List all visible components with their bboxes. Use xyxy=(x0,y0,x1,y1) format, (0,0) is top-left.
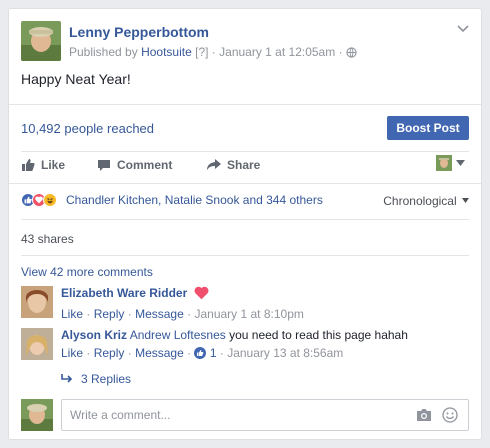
sep: · xyxy=(127,307,132,321)
view-more-comments-link[interactable]: View 42 more comments xyxy=(21,265,153,279)
reactions-text: Chandler Kitchen, Natalie Snook and 344 … xyxy=(66,193,323,207)
comment-button[interactable]: Comment xyxy=(97,158,172,172)
divider xyxy=(9,104,481,105)
thumbs-up-icon xyxy=(22,159,35,171)
comment-composer xyxy=(61,399,469,431)
post-header: Lenny Pepperbottom Published by Hootsuit… xyxy=(21,21,469,65)
meta-separator: · xyxy=(211,45,216,59)
comment-text: you need to read this page hahah xyxy=(229,328,408,342)
comment-sort-dropdown[interactable]: Chronological xyxy=(383,194,469,208)
comment-like-count[interactable]: 1 xyxy=(194,346,219,360)
share-icon xyxy=(207,159,221,170)
help-marker[interactable]: [?] xyxy=(195,45,208,59)
commenter-avatar[interactable] xyxy=(21,328,53,360)
reactions-summary[interactable]: Chandler Kitchen, Natalie Snook and 344 … xyxy=(21,193,323,207)
emoji-smile-icon[interactable] xyxy=(442,407,458,426)
caret-down-icon xyxy=(462,198,469,203)
divider xyxy=(9,183,481,184)
haha-icon xyxy=(43,193,57,207)
meta-separator-2: · xyxy=(338,45,343,59)
like-icon xyxy=(194,347,207,359)
page-avatar-small xyxy=(436,155,452,171)
shares-count[interactable]: 43 shares xyxy=(21,232,74,246)
like-label: Like xyxy=(41,158,66,172)
publisher-link[interactable]: Hootsuite xyxy=(141,45,192,59)
comment-reply-link[interactable]: Reply xyxy=(94,307,125,321)
post-date[interactable]: January 1 at 12:05am xyxy=(219,45,335,59)
post-card: Lenny Pepperbottom Published by Hootsuit… xyxy=(8,8,482,440)
post-author[interactable]: Lenny Pepperbottom xyxy=(69,24,209,40)
comment-message-link[interactable]: Message xyxy=(135,346,184,360)
comment-timestamp[interactable]: January 1 at 8:10pm xyxy=(194,307,303,321)
comment-like-link[interactable]: Like xyxy=(61,307,83,321)
sep: · xyxy=(86,307,91,321)
sep: · xyxy=(187,346,192,360)
divider xyxy=(21,255,469,256)
sep: · xyxy=(86,346,91,360)
post-text: Happy Neat Year! xyxy=(21,71,131,87)
comment-mention[interactable]: Andrew Loftesnes xyxy=(130,328,226,342)
comment-like-link[interactable]: Like xyxy=(61,346,83,360)
post-actions: Like Comment Share xyxy=(9,151,481,181)
published-by-label: Published by xyxy=(69,45,138,59)
reaction-icons xyxy=(21,193,57,207)
page-selector[interactable] xyxy=(436,155,465,171)
chevron-down-icon[interactable] xyxy=(457,21,469,36)
boost-post-button[interactable]: Boost Post xyxy=(387,116,469,140)
caret-down-icon xyxy=(456,160,465,166)
heart-emoji-icon xyxy=(194,286,209,303)
like-button[interactable]: Like xyxy=(21,158,65,172)
globe-icon xyxy=(346,47,357,61)
sort-label: Chronological xyxy=(383,194,457,208)
comment-input[interactable] xyxy=(62,400,402,430)
comment-reply-link[interactable]: Reply xyxy=(94,346,125,360)
comment-icon xyxy=(98,160,110,171)
comment-actions: Like · Reply · Message · January 1 at 8:… xyxy=(61,307,304,321)
share-label: Share xyxy=(227,158,261,172)
camera-icon[interactable] xyxy=(416,408,432,425)
like-count-value: 1 xyxy=(209,346,217,360)
comment-timestamp[interactable]: January 13 at 8:56am xyxy=(227,346,343,360)
reply-arrow-icon xyxy=(61,374,73,383)
sep: · xyxy=(187,307,192,321)
comment-label: Comment xyxy=(117,158,173,172)
comment-author[interactable]: Alyson Kriz xyxy=(61,328,127,342)
divider xyxy=(21,219,469,220)
composer-avatar xyxy=(21,399,53,431)
sep: · xyxy=(219,346,224,360)
share-button[interactable]: Share xyxy=(207,158,260,172)
commenter-avatar[interactable] xyxy=(21,286,53,318)
comment-message-link[interactable]: Message xyxy=(135,307,184,321)
replies-label: 3 Replies xyxy=(81,372,132,386)
post-meta: Published by Hootsuite [?] · January 1 a… xyxy=(69,45,357,61)
sep: · xyxy=(127,346,132,360)
comment-actions: Like · Reply · Message · 1 · January 13 … xyxy=(61,346,408,360)
author-avatar[interactable] xyxy=(21,21,61,61)
comment-author[interactable]: Elizabeth Ware Ridder xyxy=(61,286,187,300)
view-replies-link[interactable]: 3 Replies xyxy=(61,372,131,386)
people-reached-link[interactable]: 10,492 people reached xyxy=(21,121,154,136)
